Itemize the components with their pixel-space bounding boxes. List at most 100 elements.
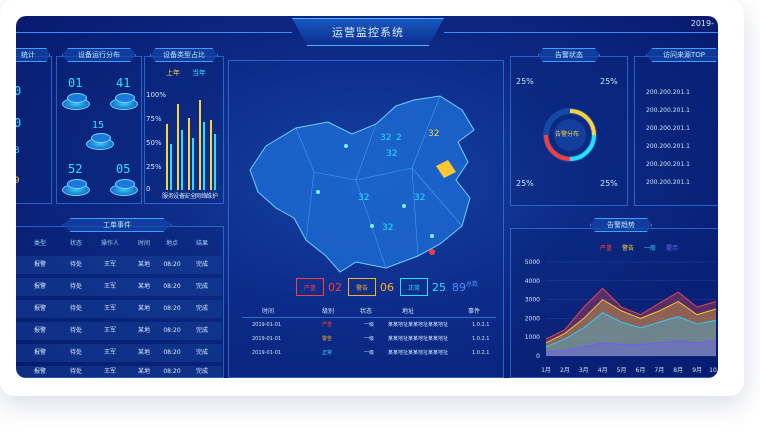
header-rule-right [444,32,718,33]
ip-entry: 200.200.201.1 [646,161,690,168]
event-id: 1.0.2.1 [472,336,490,342]
cell-result: 完成 [195,368,208,375]
cell-result: 完成 [195,261,208,268]
table-row[interactable]: 2019-01-01 严重 一级 某某地址某某地址某某地址 1.0.2.1 [242,320,496,332]
device-panel-title: 设备运行分布 [62,48,136,62]
gauge-pct-4: 25% [600,179,618,188]
cell-result: 完成 [195,283,208,290]
legend-this-year: 当年 [192,69,206,77]
stat-value-3: 8 [16,146,20,156]
table-row[interactable]: 2019-01-01 警告 一级 某某地址某某地址某某地址 1.0.2.1 [242,334,496,346]
trend-area-chart: 5000 4000 3000 2000 1000 01月 2月 3月 4月 5月 6月 7月 8月 9月 1… [525,259,718,374]
trend-y-tick: 5000 [525,259,540,266]
trend-y-tick: 2000 [525,315,540,322]
event-address: 某某地址某某地址某某地址 [388,350,449,356]
bar-safe-b [192,138,194,190]
cell-type: 报警 [33,261,46,268]
bar-net-b [203,122,205,190]
cell-state: 待处 [69,305,82,312]
work-order-title: 工单事件 [62,218,172,232]
legend-last-year: 上年 [166,69,180,77]
event-state: 一级 [364,336,375,342]
event-col-address: 地址 [402,308,415,315]
gauge-center-label: 告警分布 [555,131,580,138]
trend-x-tick: 7月 [654,367,664,374]
cell-result: 完成 [195,349,208,356]
map-label-4: 32 [386,149,398,159]
cell-type: 报警 [33,305,46,312]
table-row[interactable]: 报警 待处 王军 某地 08:20 完成 [16,278,222,296]
table-row[interactable]: 报警 待处 王军 某地 08:20 完成 [16,300,222,318]
device-count-2: 41 [116,76,131,90]
trend-y-tick: 1000 [525,334,540,341]
cell-result: 完成 [195,305,208,312]
trend-x-tick: 2月 [560,367,570,374]
event-time: 2019-01-01 [252,322,282,328]
event-level: 严重 [322,322,333,328]
bar-serve-b [170,144,172,190]
y-tick-0: 0 [146,185,151,193]
status-warning-value: 06 [380,281,394,294]
status-normal-value: 25 [432,281,446,294]
map-alert-marker [429,249,435,255]
status-chip-normal[interactable]: 正常 [400,278,428,296]
map-label-1: 32 [380,133,392,143]
alarm-status-title: 告警状态 [538,48,600,62]
trend-legend-1: 严重 [600,245,613,252]
status-chip-critical[interactable]: 严重 [296,278,324,296]
stats-panel [16,56,52,204]
cell-type: 报警 [33,368,46,375]
trend-x-tick: 4月 [598,367,608,374]
cell-user: 王军 [103,349,116,356]
bar-net-a [199,100,201,190]
bar-device-a [177,104,179,190]
status-total-label: 总数 [466,281,479,288]
device-count-4: 52 [68,162,83,176]
ip-entry: 200.200.201.1 [646,125,690,132]
cell-user: 王军 [103,368,116,375]
event-id: 1.0.2.1 [472,350,490,356]
cell-result: 完成 [195,327,208,334]
y-tick-25: 25% [146,163,162,171]
event-level: 警告 [322,336,333,342]
stat-value-4: 9 [16,176,20,186]
trend-title: 告警趋势 [590,218,652,232]
map-marker [344,144,348,148]
map-label-7: 32 [382,223,394,233]
map-label-2: 2 [396,133,402,143]
cell-user: 王军 [103,283,116,290]
event-time: 2019-01-01 [252,336,282,342]
event-id: 1.0.2.1 [472,322,490,328]
col-header-3: 操作人 [100,240,119,247]
x-tick-5: 维护 [206,193,219,200]
table-row[interactable]: 报警 待处 王军 某地 08:20 完成 [16,344,222,362]
trend-legend-2: 警告 [622,245,635,252]
device-pedestal-3 [86,133,114,150]
table-row[interactable]: 报警 待处 王军 某地 08:20 完成 [16,256,222,274]
status-chip-warning[interactable]: 警告 [348,278,376,296]
bar-maint-a [210,120,212,190]
table-row[interactable]: 报警 待处 王军 某地 08:20 完成 [16,322,222,340]
map-region-shape [249,95,475,273]
cell-state: 待处 [69,349,82,356]
cell-state: 待处 [69,368,82,375]
table-row[interactable]: 报警 待处 王军 某地 08:20 完成 [16,366,222,378]
trend-legend-3: 一般 [644,245,657,252]
event-table: 时间 级别 状态 地址 事件 2019-01-01 严重 一级 某某地址某某地址… [242,306,496,372]
gauge-pct-2: 25% [600,77,618,86]
event-col-event: 事件 [468,308,481,315]
work-order-header: 类型 状态 操作人 时间 地点 结果 [16,238,222,252]
device-pedestal-4 [62,179,90,196]
cell-state: 待处 [69,261,82,268]
device-pedestal-1 [62,93,90,110]
header-date: 2019- [690,19,714,28]
cell-user: 王军 [103,327,116,334]
device-count-5: 05 [116,162,131,176]
ip-entry: 200.200.201.1 [646,107,690,114]
col-header-1: 类型 [33,240,46,247]
event-level: 正常 [322,350,333,356]
work-order-table: 类型 状态 操作人 时间 地点 结果 报警 待处 王军 某地 08:20 完成 … [16,238,222,378]
table-row[interactable]: 2019-01-01 正常 一级 某某地址某某地址某某地址 1.0.2.1 [242,348,496,360]
trend-y-tick: 0 [536,353,540,360]
screenshot-card: 运营监控系统 2019- 统计 0 0 8 9 设备运行分布 01 41 15 … [0,0,744,396]
